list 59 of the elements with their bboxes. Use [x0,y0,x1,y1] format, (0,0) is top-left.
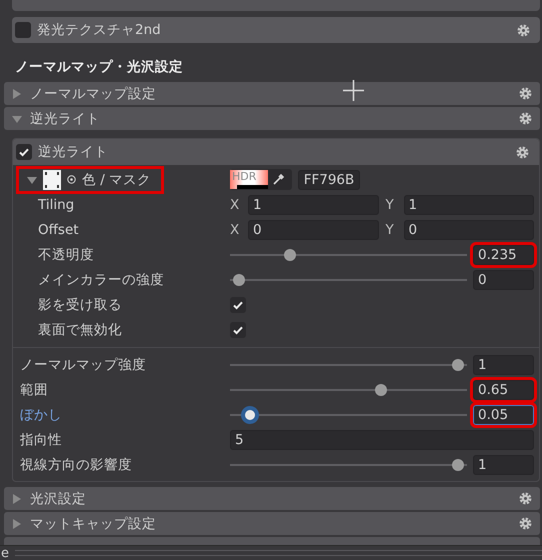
checkbox[interactable] [230,296,246,312]
slider-thumb[interactable] [284,248,296,260]
field-label: 色 / マスク [82,170,152,188]
checkbox[interactable] [16,144,32,160]
number-field[interactable]: 0 [248,220,378,240]
number-field[interactable]: 1 [404,194,534,214]
foldout-header[interactable]: 逆光ライト [4,107,540,130]
axis-label: X [230,222,240,238]
field-label: 影を受け取る [37,296,123,314]
section-heading: ノーマルマップ・光沢設定 [15,58,184,77]
number-field[interactable]: 1 [473,354,534,374]
number-field[interactable]: 0 [473,270,534,290]
field-label: 裏面で無効化 [37,320,123,338]
field-label: メインカラーの強度 [37,270,165,288]
checkmark-icon [18,146,30,158]
number-field[interactable]: 5 [230,430,534,450]
foldout-header[interactable]: ノーマルマップ設定 [4,82,540,105]
panel-label: e [1,546,9,560]
number-field[interactable]: 0.65 [473,380,534,400]
field-label: ぼかし [19,406,63,424]
field-label: Tiling [37,196,76,212]
foldout-header[interactable]: マットキャップ設定 [4,512,540,535]
settings-icon[interactable] [519,517,532,530]
settings-icon[interactable] [519,112,532,125]
slider-thumb[interactable] [233,274,245,286]
texture-thumbnail-icon[interactable] [43,170,61,190]
settings-icon[interactable] [517,24,530,36]
crosshair-cursor-icon [343,80,364,101]
axis-label: Y [386,196,395,212]
checkbox[interactable] [230,322,246,338]
settings-icon[interactable] [516,146,529,158]
slider-thumb[interactable] [452,458,464,470]
eyedropper-icon[interactable] [272,173,285,186]
slider[interactable] [230,406,467,424]
field-label: 範囲 [19,380,49,398]
field-label: Offset [37,222,80,238]
slider-thumb[interactable] [375,384,388,396]
field-label: 不透明度 [37,246,95,264]
axis-label: Y [386,222,395,238]
checkmark-icon [232,324,244,336]
hex-field[interactable]: FF796B [298,170,360,190]
checkmark-icon [232,298,244,310]
number-field[interactable]: 1 [248,194,378,214]
box-title: 逆光ライト [38,143,108,161]
number-field[interactable]: 1 [473,454,534,474]
foldout-header[interactable]: 光沢設定 [4,487,540,510]
axis-label: X [230,196,240,212]
settings-icon[interactable] [519,492,532,505]
slider-thumb[interactable] [240,406,259,424]
slider-thumb[interactable] [452,358,464,370]
checkbox[interactable] [15,22,31,38]
expanded-arrow-icon[interactable] [27,174,37,184]
radio-dot-icon [67,175,76,184]
field-label: ノーマルマップ強度 [19,356,147,374]
settings-icon[interactable] [519,87,532,100]
field-label: 指向性 [19,430,63,448]
panel-title: 発光テクスチャ2nd [37,21,161,39]
number-field[interactable]: 0 [404,220,534,240]
field-label: 視線方向の影響度 [19,456,133,474]
